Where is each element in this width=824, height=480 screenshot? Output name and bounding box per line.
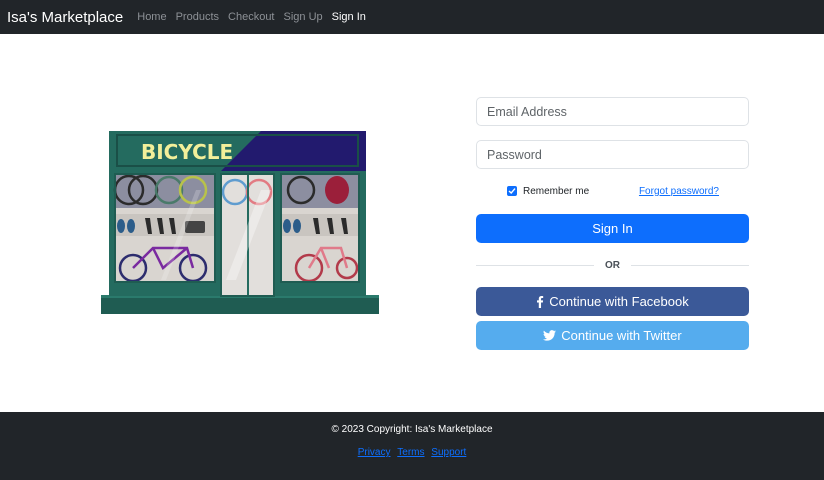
remember-me[interactable]: Remember me	[507, 186, 589, 197]
footer-link-terms[interactable]: Terms	[397, 447, 424, 458]
remember-me-label: Remember me	[523, 185, 590, 197]
divider-line	[476, 264, 594, 266]
bicycle-shop-illustration: BICYCLE	[101, 131, 379, 314]
footer-link-support[interactable]: Support	[431, 447, 466, 458]
brand-logo[interactable]: Isa's Marketplace	[7, 9, 123, 26]
or-label: OR	[605, 259, 620, 271]
footer-links: Privacy Terms Support	[0, 447, 824, 458]
or-divider: OR	[476, 258, 749, 272]
shop-sign-text: BICYCLE	[141, 140, 233, 164]
password-field[interactable]	[476, 140, 749, 169]
footer-link-privacy[interactable]: Privacy	[358, 447, 391, 458]
twitter-icon	[543, 330, 557, 341]
sign-in-form: Remember me Forgot password? Sign In OR …	[476, 97, 749, 350]
sign-in-button-label: Sign In	[592, 221, 633, 236]
remember-row: Remember me Forgot password?	[476, 182, 749, 200]
continue-with-facebook-button[interactable]: Continue with Facebook	[476, 287, 749, 316]
remember-me-checkbox[interactable]	[507, 186, 517, 196]
divider-line	[631, 264, 749, 266]
email-field[interactable]	[476, 97, 749, 126]
nav-link-sign-up[interactable]: Sign Up	[284, 11, 323, 23]
facebook-button-label: Continue with Facebook	[549, 294, 689, 309]
twitter-button-label: Continue with Twitter	[561, 328, 682, 343]
continue-with-twitter-button[interactable]: Continue with Twitter	[476, 321, 749, 350]
nav-link-checkout[interactable]: Checkout	[228, 11, 274, 23]
navbar: Isa's Marketplace Home Products Checkout…	[0, 0, 824, 34]
checkmark-icon	[508, 188, 516, 195]
copyright-text: © 2023 Copyright: Isa's Marketplace	[331, 424, 493, 435]
forgot-password-link[interactable]: Forgot password?	[639, 186, 719, 197]
facebook-icon	[536, 295, 544, 308]
sign-in-button[interactable]: Sign In	[476, 214, 749, 243]
nav-link-home[interactable]: Home	[137, 11, 166, 23]
nav-link-sign-in[interactable]: Sign In	[332, 11, 366, 23]
footer: © 2023 Copyright: Isa's Marketplace Priv…	[0, 412, 824, 480]
nav-link-products[interactable]: Products	[176, 11, 219, 23]
